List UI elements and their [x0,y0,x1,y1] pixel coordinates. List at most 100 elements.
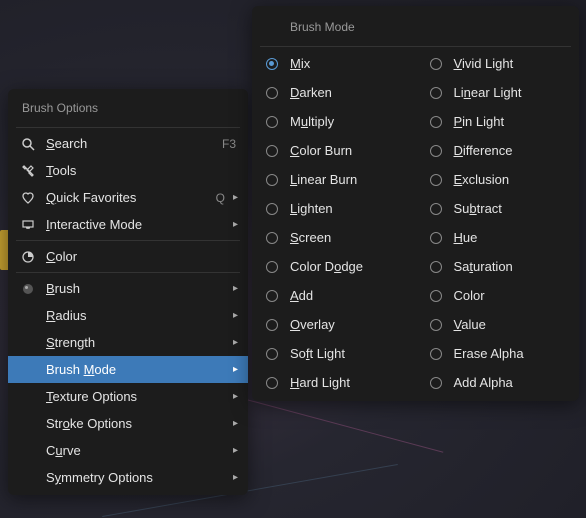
brush-mode-option[interactable]: Add Alpha [416,368,580,397]
brush-mode-option[interactable]: Darken [252,78,416,107]
menu-title: Brush Options [8,93,248,125]
radio-icon [266,174,278,186]
brush-mode-option[interactable]: Multiply [252,107,416,136]
curve-item[interactable]: Curve ▸ [8,437,248,464]
separator [16,272,240,273]
option-label: Value [442,317,486,332]
brush-mode-option[interactable]: Lighten [252,194,416,223]
option-label: Vivid Light [442,56,514,71]
option-label: Pin Light [442,114,505,129]
option-label: Multiply [278,114,334,129]
quick-favorites-item[interactable]: Quick Favorites Q ▸ [8,184,248,211]
brush-mode-option[interactable]: Value [416,310,580,339]
submenu-arrow-icon: ▸ [227,192,238,203]
menu-item-label: Search [38,136,222,151]
brush-mode-col2: Vivid Light Linear Light Pin Light Differen… [416,49,580,397]
menu-item-label: Interactive Mode [38,217,227,232]
radio-icon [266,319,278,331]
color-icon [18,250,38,264]
submenu-arrow-icon: ▸ [227,364,238,375]
submenu-arrow-icon: ▸ [227,391,238,402]
option-label: Difference [442,143,513,158]
shortcut-label: F3 [222,137,238,151]
radius-item[interactable]: Radius ▸ [8,302,248,329]
radio-icon [430,261,442,273]
submenu-arrow-icon: ▸ [227,337,238,348]
option-label: Hard Light [278,375,350,390]
option-label: Darken [278,85,332,100]
brush-mode-option[interactable]: Overlay [252,310,416,339]
interactive-mode-icon [18,218,38,232]
brush-mode-option[interactable]: Linear Burn [252,165,416,194]
brush-mode-option[interactable]: Linear Light [416,78,580,107]
brush-mode-option[interactable]: Saturation [416,252,580,281]
option-label: Soft Light [278,346,345,361]
menu-item-label: Color [38,249,238,264]
color-item[interactable]: Color [8,243,248,270]
radio-icon [266,348,278,360]
radio-icon [266,58,278,70]
radio-icon [430,174,442,186]
separator [16,240,240,241]
shortcut-label: Q [216,191,227,205]
menu-title: Brush Mode [252,10,579,44]
radio-icon [266,116,278,128]
brush-mode-option[interactable]: Soft Light [252,339,416,368]
brush-mode-option[interactable]: Erase Alpha [416,339,580,368]
brush-mode-option[interactable]: Color Burn [252,136,416,165]
menu-item-label: Strength [38,335,227,350]
radio-icon [430,203,442,215]
brush-mode-option[interactable]: Mix [252,49,416,78]
menu-item-label: Tools [38,163,238,178]
menu-item-label: Brush [38,281,227,296]
brush-mode-option[interactable]: Color [416,281,580,310]
radio-icon [266,203,278,215]
brush-mode-option[interactable]: Vivid Light [416,49,580,78]
heart-icon [18,191,38,205]
brush-mode-option[interactable]: Screen [252,223,416,252]
menu-item-label: Quick Favorites [38,190,216,205]
radio-icon [266,290,278,302]
search-icon [18,137,38,151]
option-label: Screen [278,230,331,245]
tools-icon [18,164,38,178]
option-label: Erase Alpha [442,346,524,361]
brush-mode-col1: Mix Darken Multiply Color BurnLinear Burn Li… [252,49,416,397]
brush-mode-option[interactable]: Subtract [416,194,580,223]
brush-mode-item[interactable]: Brush Mode ▸ [8,356,248,383]
brush-item[interactable]: Brush ▸ [8,275,248,302]
symmetry-options-item[interactable]: Symmetry Options ▸ [8,464,248,491]
radio-icon [430,87,442,99]
brush-mode-option[interactable]: Hue [416,223,580,252]
brush-mode-option[interactable]: Add [252,281,416,310]
radio-icon [430,232,442,244]
brush-mode-option[interactable]: Hard Light [252,368,416,397]
stroke-options-item[interactable]: Stroke Options ▸ [8,410,248,437]
search-item[interactable]: Search F3 [8,130,248,157]
submenu-arrow-icon: ▸ [227,472,238,483]
option-label: Lighten [278,201,333,216]
submenu-arrow-icon: ▸ [227,310,238,321]
brush-mode-option[interactable]: Color Dodge [252,252,416,281]
strength-item[interactable]: Strength ▸ [8,329,248,356]
option-label: Saturation [442,259,513,274]
brush-mode-option[interactable]: Pin Light [416,107,580,136]
radio-icon [430,58,442,70]
submenu-arrow-icon: ▸ [227,418,238,429]
option-label: Linear Light [442,85,522,100]
menu-item-label: Radius [38,308,227,323]
radio-icon [430,145,442,157]
separator [16,127,240,128]
option-label: Add Alpha [442,375,513,390]
tools-item[interactable]: Tools [8,157,248,184]
brush-mode-option[interactable]: Exclusion [416,165,580,194]
brush-mode-option[interactable]: Difference [416,136,580,165]
radio-icon [266,232,278,244]
radio-icon [266,261,278,273]
interactive-mode-item[interactable]: Interactive Mode ▸ [8,211,248,238]
texture-options-item[interactable]: Texture Options ▸ [8,383,248,410]
radio-icon [430,348,442,360]
brush-icon [18,282,38,296]
radio-icon [266,87,278,99]
brush-mode-submenu: Brush Mode MixDarkenMultiplyColor BurnLi… [252,6,579,401]
